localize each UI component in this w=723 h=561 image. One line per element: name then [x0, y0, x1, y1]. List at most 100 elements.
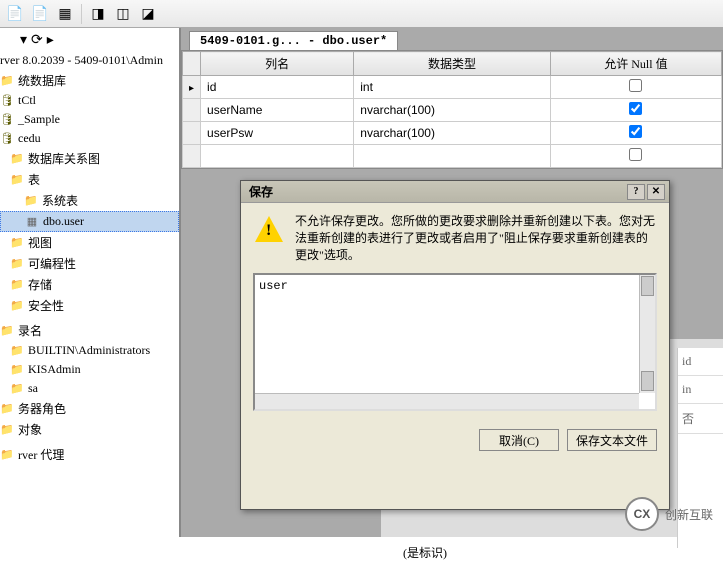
tree-item[interactable]: dbo.user — [0, 211, 179, 232]
cell-allow-null[interactable] — [550, 122, 721, 145]
col-header-name[interactable]: 列名 — [201, 52, 354, 76]
tab-bar: 5409-0101.g... - dbo.user* — [181, 28, 723, 50]
logo-mark-icon: CX — [625, 497, 659, 531]
tree-item[interactable]: 安全性 — [0, 295, 179, 316]
allow-null-checkbox[interactable] — [629, 148, 642, 161]
db-icon — [0, 94, 14, 108]
table-row[interactable]: userPswnvarchar(100) — [183, 122, 722, 145]
help-button[interactable]: ? — [627, 184, 645, 200]
cell-allow-null[interactable] — [550, 76, 721, 99]
user-icon — [10, 382, 24, 396]
dialog-titlebar[interactable]: 保存 ? ✕ — [241, 181, 669, 203]
cancel-button[interactable]: 取消(C) — [479, 429, 559, 451]
prop-cell-c: 否 — [678, 404, 723, 434]
tree-item[interactable]: 表 — [0, 169, 179, 190]
nav-right-icon[interactable]: ▸ — [47, 31, 54, 48]
allow-null-checkbox[interactable] — [629, 125, 642, 138]
col-header-type[interactable]: 数据类型 — [354, 52, 551, 76]
tree-item[interactable]: cedu — [0, 129, 179, 148]
row-selector[interactable] — [183, 99, 201, 122]
tree-item-label: cedu — [18, 131, 41, 146]
tree-item[interactable]: 统数据库 — [0, 70, 179, 91]
folder-icon — [24, 194, 38, 208]
tab-designer[interactable]: 5409-0101.g... - dbo.user* — [189, 31, 398, 50]
list-scrollbar-vertical[interactable] — [639, 275, 655, 393]
toolbar-btn-3[interactable]: ▦ — [54, 3, 76, 25]
list-scrollbar-horizontal[interactable] — [255, 393, 639, 409]
toolbar-btn-6[interactable]: ◪ — [137, 3, 159, 25]
table-row[interactable]: idint — [183, 76, 722, 99]
allow-null-checkbox[interactable] — [629, 102, 642, 115]
user-icon — [10, 363, 24, 377]
list-item: user — [259, 279, 288, 293]
folder-icon — [0, 448, 14, 462]
tree-item-label: BUILTIN\Administrators — [28, 343, 150, 358]
table-icon — [25, 215, 39, 229]
cell-data-type[interactable]: int — [354, 76, 551, 99]
tree-item[interactable]: 录名 — [0, 320, 179, 341]
folder-icon — [10, 173, 24, 187]
scroll-down-icon[interactable] — [641, 371, 654, 391]
tree-item[interactable]: sa — [0, 379, 179, 398]
tree-item-label: 视图 — [28, 234, 52, 251]
prop-cell-b: in — [678, 376, 723, 404]
cell-data-type[interactable]: nvarchar(100) — [354, 99, 551, 122]
save-text-file-button[interactable]: 保存文本文件 — [567, 429, 657, 451]
tree-item-label: 表 — [28, 171, 40, 188]
tree-item[interactable]: BUILTIN\Administrators — [0, 341, 179, 360]
row-header-blank — [183, 52, 201, 76]
cell-allow-null[interactable] — [550, 145, 721, 168]
toolbar: 📄 📄 ▦ ◨ ◫ ◪ — [0, 0, 723, 28]
table-row[interactable] — [183, 145, 722, 168]
folder-icon — [0, 74, 14, 88]
tree-item-label: 对象 — [18, 421, 42, 438]
cell-column-name[interactable] — [201, 145, 354, 168]
tree-item[interactable]: 系统表 — [0, 190, 179, 211]
cell-data-type[interactable] — [354, 145, 551, 168]
cell-data-type[interactable]: nvarchar(100) — [354, 122, 551, 145]
tree-item-label: 务器角色 — [18, 400, 66, 417]
col-header-null[interactable]: 允许 Null 值 — [550, 52, 721, 76]
tree-item[interactable]: 对象 — [0, 419, 179, 440]
cell-allow-null[interactable] — [550, 99, 721, 122]
tree-item[interactable]: 务器角色 — [0, 398, 179, 419]
server-node[interactable]: rver 8.0.2039 - 5409-0101\Admin — [0, 51, 179, 70]
warning-icon — [253, 213, 285, 245]
dialog-title-text: 保存 — [249, 183, 273, 200]
tree-item-label: rver 代理 — [18, 446, 64, 463]
toolbar-btn-1[interactable]: 📄 — [4, 3, 26, 25]
tree-item[interactable]: 可编程性 — [0, 253, 179, 274]
cell-column-name[interactable]: id — [201, 76, 354, 99]
affected-tables-list[interactable]: user — [253, 273, 657, 411]
folder-icon — [0, 402, 14, 416]
tree-item-label: 录名 — [18, 322, 42, 339]
cell-column-name[interactable]: userName — [201, 99, 354, 122]
tree-item[interactable]: 视图 — [0, 232, 179, 253]
tree-item[interactable]: rver 代理 — [0, 444, 179, 465]
tree-item-label: 存储 — [28, 276, 52, 293]
toolbar-btn-5[interactable]: ◫ — [112, 3, 134, 25]
tree-item[interactable]: 数据库关系图 — [0, 148, 179, 169]
allow-null-checkbox[interactable] — [629, 79, 642, 92]
tree-item[interactable]: KISAdmin — [0, 360, 179, 379]
row-selector[interactable] — [183, 122, 201, 145]
row-selector[interactable] — [183, 145, 201, 168]
nav-down-icon[interactable]: ▾ — [20, 31, 27, 48]
toolbar-btn-4[interactable]: ◨ — [87, 3, 109, 25]
tree-item-label: 可编程性 — [28, 255, 76, 272]
nav-controls: ▾ ⟳ ▸ — [0, 28, 179, 51]
tree-item[interactable]: 存储 — [0, 274, 179, 295]
row-selector[interactable] — [183, 76, 201, 99]
table-row[interactable]: userNamenvarchar(100) — [183, 99, 722, 122]
dialog-button-row: 取消(C) 保存文本文件 — [241, 421, 669, 459]
scroll-up-icon[interactable] — [641, 276, 654, 296]
tree-item-label: 系统表 — [42, 192, 78, 209]
cell-column-name[interactable]: userPsw — [201, 122, 354, 145]
tree-item[interactable]: tCtl — [0, 91, 179, 110]
nav-refresh-icon[interactable]: ⟳ — [31, 31, 43, 48]
tree-item[interactable]: _Sample — [0, 110, 179, 129]
dialog-message: 不允许保存更改。您所做的更改要求删除并重新创建以下表。您对无法重新创建的表进行了… — [295, 213, 657, 263]
folder-icon — [10, 299, 24, 313]
close-button[interactable]: ✕ — [647, 184, 665, 200]
toolbar-btn-2[interactable]: 📄 — [29, 3, 51, 25]
